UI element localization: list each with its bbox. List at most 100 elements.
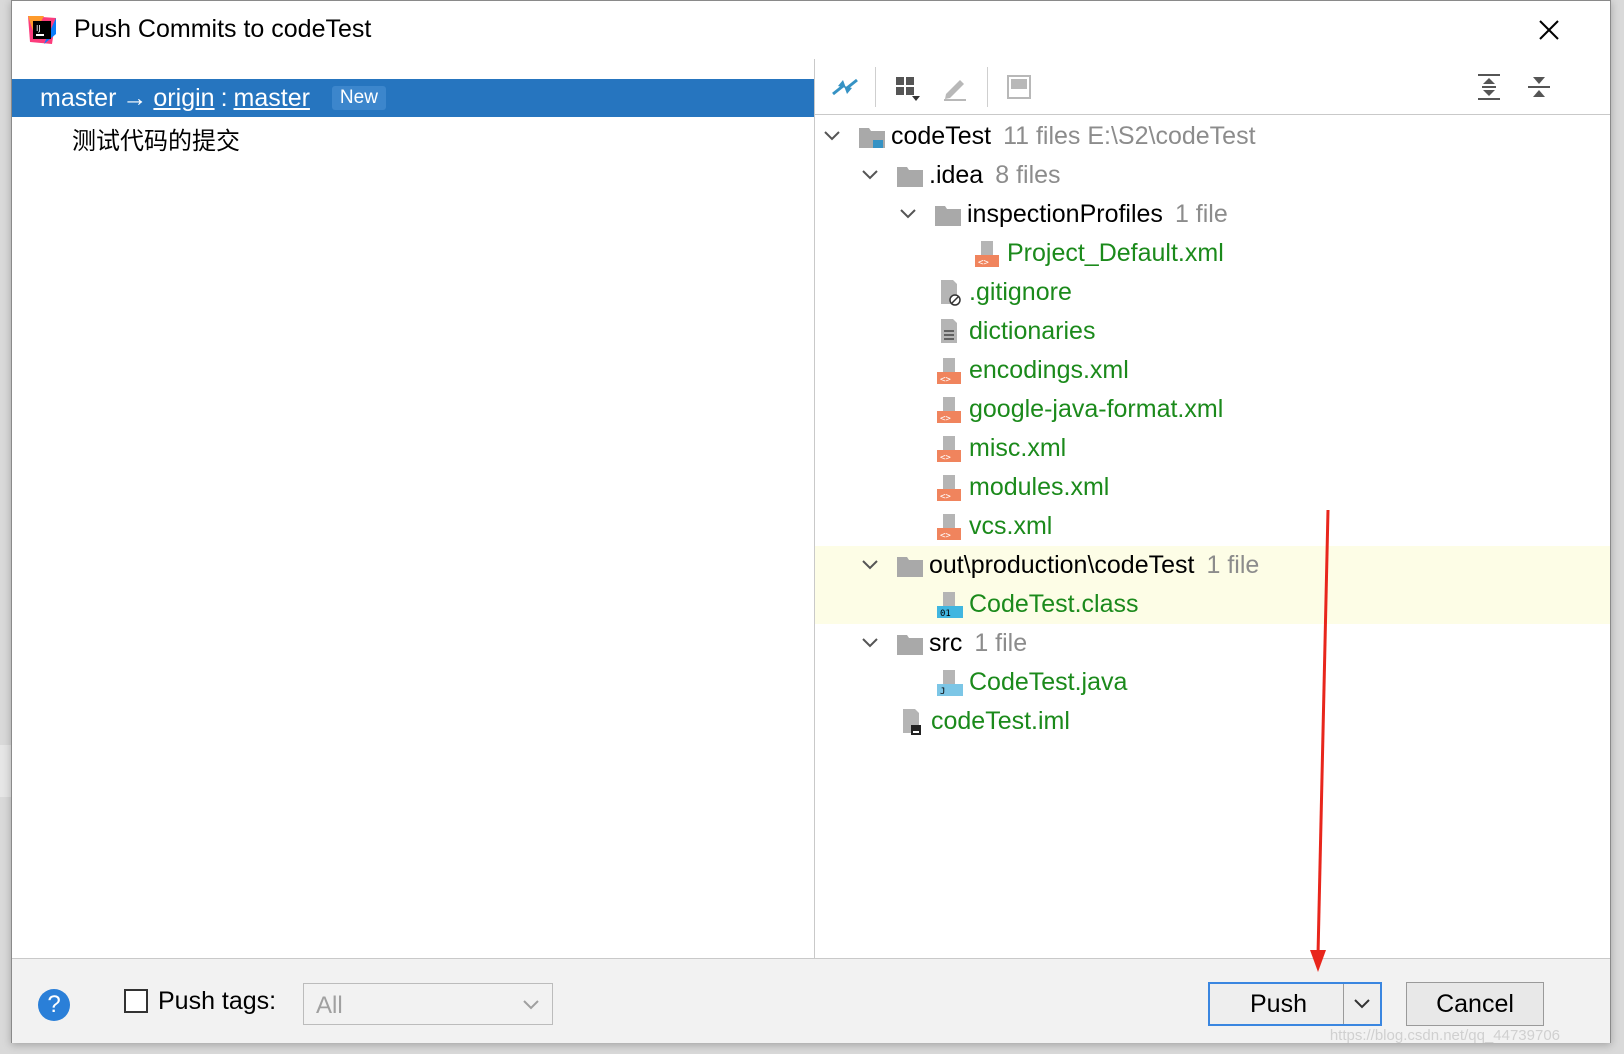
collapse-all-button[interactable] [1521, 69, 1557, 105]
preview-button[interactable] [1001, 69, 1037, 105]
toolbar-separator [875, 67, 876, 107]
tree-node-label: encodings.xml [969, 356, 1129, 384]
tree-node-label: inspectionProfiles 1 file [967, 200, 1228, 228]
merge-button[interactable] [827, 69, 863, 105]
toolbar-separator [987, 67, 988, 107]
commits-pane: master → origin : master New 测试代码的提交 [12, 59, 815, 958]
local-branch: master [40, 83, 117, 112]
close-button[interactable] [1530, 11, 1568, 49]
title-bar: IJ Push Commits to codeTest [12, 1, 1610, 59]
text-file-icon [941, 319, 957, 343]
tree-node-file[interactable]: dictionaries [815, 312, 1610, 351]
commit-message[interactable]: 测试代码的提交 [72, 121, 240, 156]
edit-button[interactable] [937, 69, 973, 105]
tree-node-label: codeTest 11 files E:\S2\codeTest [891, 122, 1256, 150]
tree-node-file[interactable]: <> Project_Default.xml [815, 234, 1610, 273]
chevron-down-icon[interactable] [897, 203, 919, 225]
cancel-button[interactable]: Cancel [1406, 982, 1544, 1026]
intellij-idea-icon: IJ [28, 16, 56, 44]
folder-icon [897, 635, 923, 655]
help-button[interactable]: ? [38, 989, 70, 1021]
expand-all-icon [1478, 74, 1500, 100]
tree-node-file[interactable]: <> misc.xml [815, 429, 1610, 468]
ignored-file-icon [941, 280, 961, 306]
window-title: Push Commits to codeTest [74, 15, 372, 43]
tree-node-label: codeTest.iml [931, 707, 1070, 735]
svg-text:01: 01 [940, 609, 951, 619]
tags-select-value: All [316, 992, 343, 1019]
expand-all-button[interactable] [1471, 69, 1507, 105]
svg-text:<>: <> [940, 492, 951, 502]
tree-node-label: google-java-format.xml [969, 395, 1224, 423]
svg-text:<>: <> [940, 531, 951, 541]
xml-file-icon: <> [975, 241, 999, 268]
branch-row[interactable]: master → origin : master New [12, 79, 814, 117]
svg-text:<>: <> [978, 258, 989, 268]
xml-file-icon: <> [937, 475, 961, 502]
preview-icon [1007, 75, 1031, 99]
push-tags-checkbox[interactable] [124, 989, 148, 1013]
tree-node-label: CodeTest.java [969, 668, 1128, 696]
tree-node-file[interactable]: <> vcs.xml [815, 507, 1610, 546]
push-button[interactable]: Push [1208, 982, 1382, 1026]
new-badge: New [331, 86, 386, 110]
remote-branch-link[interactable]: master [234, 84, 310, 113]
module-folder-icon [859, 128, 885, 148]
tree-node-file[interactable]: J CodeTest.java [815, 663, 1610, 702]
edit-icon [944, 80, 966, 101]
folder-icon [897, 557, 923, 577]
tree-node-file[interactable]: <> encodings.xml [815, 351, 1610, 390]
tree-node-folder[interactable]: .idea 8 files [815, 156, 1610, 195]
tree-node-file[interactable]: 01 CodeTest.class [815, 585, 1610, 624]
dialog-footer: ? Push tags: All Push Cancel https://blo… [12, 958, 1610, 1044]
background-strip [0, 745, 11, 797]
tree-node-label: dictionaries [969, 317, 1096, 345]
tree-node-label: misc.xml [969, 434, 1067, 462]
branch-separator: : [220, 83, 228, 112]
chevron-down-icon[interactable] [859, 164, 881, 186]
chevron-down-icon[interactable] [859, 554, 881, 576]
tree-node-file[interactable]: codeTest.iml [815, 702, 1610, 741]
remote-link[interactable]: origin [153, 84, 214, 113]
java-file-icon: J [937, 670, 963, 697]
merge-arrows-icon [832, 78, 858, 96]
svg-text:<>: <> [940, 414, 951, 424]
tree-node-folder[interactable]: inspectionProfiles 1 file [815, 195, 1610, 234]
xml-file-icon: <> [937, 358, 961, 385]
tree-node-label: modules.xml [969, 473, 1110, 501]
chevron-down-icon[interactable] [859, 632, 881, 654]
tree-node-root[interactable]: codeTest 11 files E:\S2\codeTest [815, 117, 1610, 156]
files-pane: codeTest 11 files E:\S2\codeTest .idea 8 f… [815, 59, 1610, 958]
svg-text:J: J [940, 687, 945, 697]
svg-text:<>: <> [940, 375, 951, 385]
push-dropdown-button[interactable] [1343, 984, 1380, 1024]
tree-node-label: .gitignore [969, 278, 1072, 306]
close-icon [1539, 20, 1559, 40]
tree-node-label: CodeTest.class [969, 590, 1139, 618]
tree-node-folder[interactable]: out\production\codeTest 1 file [815, 546, 1610, 585]
xml-file-icon: <> [937, 436, 961, 463]
tree-node-file[interactable]: <> modules.xml [815, 468, 1610, 507]
tree-node-label: src 1 file [929, 629, 1028, 657]
tree-node-label: Project_Default.xml [1007, 239, 1224, 267]
chevron-down-icon[interactable] [821, 125, 843, 147]
collapse-all-icon [1528, 77, 1550, 97]
folder-icon [897, 167, 923, 187]
tags-select[interactable]: All [303, 983, 553, 1025]
push-arrow: → [122, 83, 148, 112]
tree-node-file[interactable]: <> google-java-format.xml [815, 390, 1610, 429]
group-by-button[interactable] [889, 69, 925, 105]
watermark: https://blog.csdn.net/qq_44739706 [1329, 1027, 1560, 1044]
push-tags-label: Push tags: [158, 987, 277, 1015]
xml-file-icon: <> [937, 514, 961, 541]
tree-node-label: out\production\codeTest 1 file [929, 551, 1260, 579]
tree-node-label: vcs.xml [969, 512, 1053, 540]
chevron-down-icon [523, 1000, 539, 1010]
svg-text:<>: <> [940, 453, 951, 463]
group-by-icon [896, 77, 920, 101]
push-button-label[interactable]: Push [1210, 984, 1347, 1024]
svg-text:IJ: IJ [36, 24, 41, 33]
tree-node-file[interactable]: .gitignore [815, 273, 1610, 312]
tree-node-folder[interactable]: src 1 file [815, 624, 1610, 663]
xml-file-icon: <> [937, 397, 961, 424]
